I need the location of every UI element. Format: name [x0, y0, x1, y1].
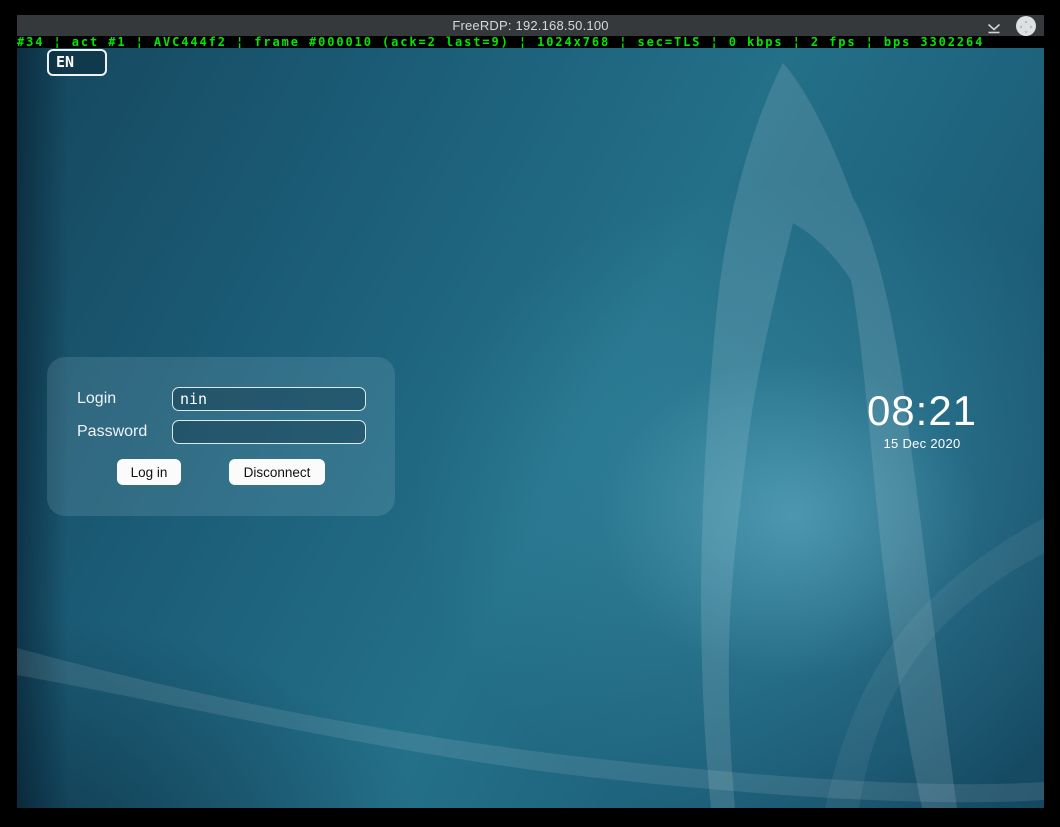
- minimize-icon: [984, 22, 1004, 34]
- titlebar[interactable]: FreeRDP: 192.168.50.100: [17, 15, 1044, 36]
- log-in-button[interactable]: Log in: [117, 459, 181, 485]
- connection-status-bar: #34 ¦ act #1 ¦ AVC444f2 ¦ frame #000010 …: [17, 36, 1044, 48]
- expand-arrows-icon: [1016, 19, 1036, 35]
- password-input[interactable]: [172, 420, 366, 444]
- freerdp-window: FreeRDP: 192.168.50.100: [17, 15, 1044, 808]
- maximize-button[interactable]: [1016, 16, 1036, 36]
- clock-date: 15 Dec 2020: [752, 436, 1044, 452]
- password-label: Password: [77, 420, 147, 444]
- clock-time: 08:21: [752, 387, 1044, 435]
- language-indicator[interactable]: EN: [47, 49, 107, 76]
- disconnect-button[interactable]: Disconnect: [229, 459, 325, 485]
- login-panel: Login Password Log in Disconnect: [47, 357, 395, 516]
- login-label: Login: [77, 387, 116, 411]
- clock-widget: 08:21 15 Dec 2020: [752, 387, 1044, 452]
- login-input[interactable]: [172, 387, 366, 411]
- window-title: FreeRDP: 192.168.50.100: [17, 15, 1044, 36]
- minimize-button[interactable]: [984, 15, 1004, 36]
- connection-status-text: #34 ¦ act #1 ¦ AVC444f2 ¦ frame #000010 …: [17, 36, 1044, 48]
- remote-desktop: EN Login Password Log in Disconnect 08:2…: [17, 48, 1044, 808]
